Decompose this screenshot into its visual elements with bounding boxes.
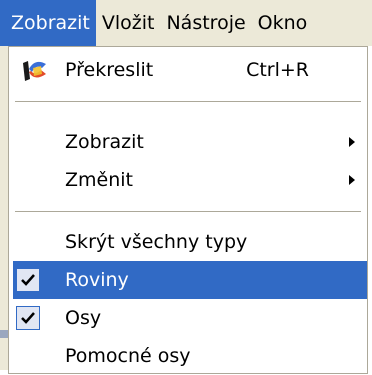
menu-vlozit[interactable]: Vložit	[96, 0, 161, 46]
submenu-arrow-icon	[349, 137, 355, 147]
menu-okno[interactable]: Okno	[252, 0, 314, 46]
menu-item-label: Roviny	[65, 269, 129, 291]
checkmark-icon	[21, 312, 35, 324]
menu-item-label: Překreslit	[65, 59, 154, 81]
menu-item-helper-axes[interactable]: Pomocné osy	[13, 337, 367, 375]
menu-item-label: Osy	[65, 307, 102, 329]
menu-zobrazit[interactable]: Zobrazit	[0, 0, 96, 46]
menu-item-planes[interactable]: Roviny	[13, 261, 367, 299]
menu-item-label: Změnit	[65, 169, 133, 191]
menu-item-axes[interactable]: Osy	[13, 299, 367, 337]
shortcut-label: Ctrl+R	[246, 59, 309, 81]
checkmark-box	[16, 306, 40, 330]
menu-item-redraw[interactable]: Překreslit Ctrl+R	[13, 51, 367, 89]
menu-item-label: Pomocné osy	[65, 345, 191, 367]
menu-item-label: Skrýt všechny typy	[65, 231, 248, 253]
submenu-arrow-icon	[349, 175, 355, 185]
checkmark-icon	[21, 274, 35, 286]
menu-bar: Zobrazit Vložit Nástroje Okno	[0, 0, 372, 46]
menu-separator	[15, 101, 361, 102]
menu-item-view[interactable]: Zobrazit	[13, 123, 367, 161]
menu-separator	[15, 211, 361, 212]
zobrazit-dropdown-menu: Překreslit Ctrl+R Zobrazit Změnit Skrýt …	[8, 46, 368, 374]
checkmark-box	[16, 268, 40, 292]
menu-item-label: Zobrazit	[65, 131, 144, 153]
menu-item-change[interactable]: Změnit	[13, 161, 367, 199]
redraw-icon	[23, 61, 46, 81]
menu-item-hide-all-types[interactable]: Skrýt všechny typy	[13, 223, 367, 261]
menu-nastroje[interactable]: Nástroje	[160, 0, 251, 46]
